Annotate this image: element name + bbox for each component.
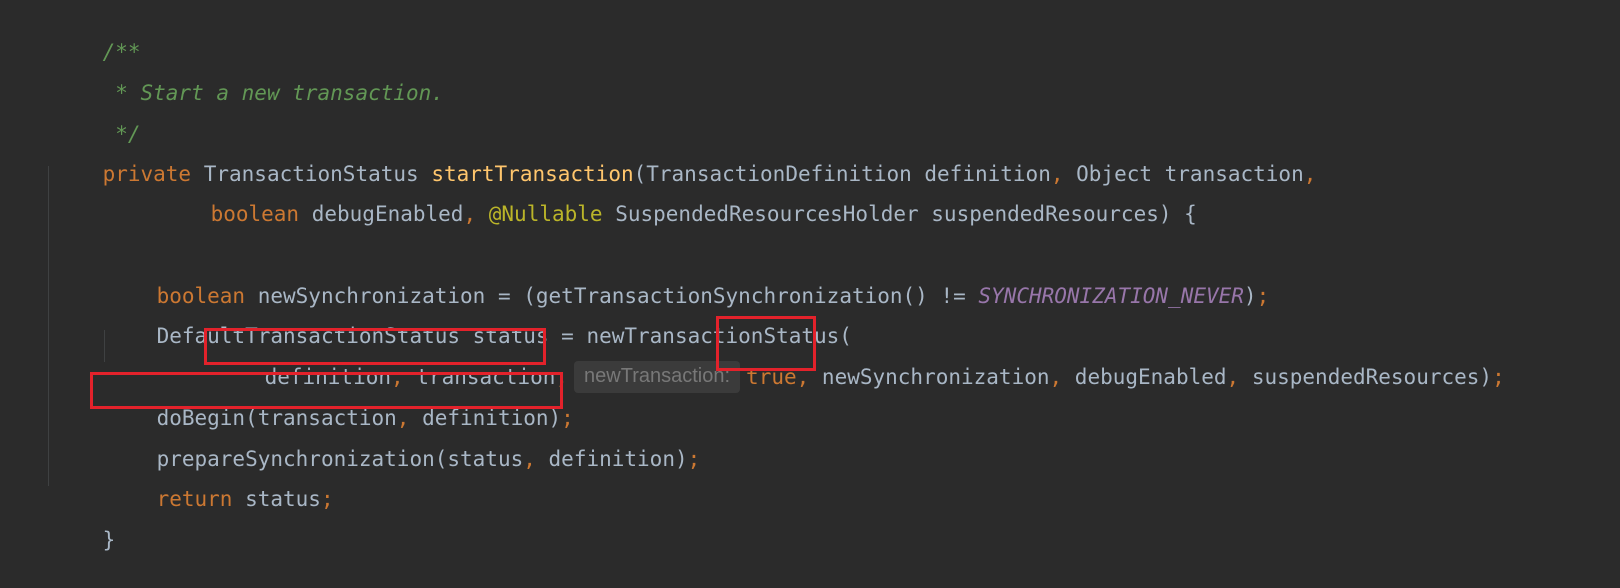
annotation-nullable: @Nullable <box>476 202 603 226</box>
code-editor[interactable]: /** * Start a new transaction. */ privat… <box>0 0 1620 552</box>
keyword-true: true <box>746 365 797 389</box>
indent-guide <box>104 330 105 362</box>
comma: , <box>1303 162 1317 186</box>
code-line-11: prepareSynchronization(status, definitio… <box>106 411 701 471</box>
closing-brace: } <box>102 528 116 552</box>
semicolon: ; <box>687 447 701 471</box>
doc-comment-text: * Start a new transaction. <box>102 81 444 105</box>
code-line-9: definition, transaction, newTransaction: t… <box>214 329 1505 393</box>
arg-suspended-resources: suspendedResources) <box>1239 365 1493 389</box>
return-value: status <box>232 487 321 511</box>
code-line-8: DefaultTransactionStatus status = newTra… <box>106 288 852 348</box>
comma: , <box>1049 365 1063 389</box>
comma: , <box>523 447 536 471</box>
paren-close: ) <box>1243 284 1257 308</box>
code-line-1: /** <box>52 4 141 64</box>
code-line-4: private TransactionStatus startTransacti… <box>52 126 1317 186</box>
semicolon: ; <box>1256 284 1270 308</box>
code-line-13: } <box>52 492 116 552</box>
indent-guide <box>48 166 49 486</box>
parameter-name-hint: newTransaction: <box>574 361 741 393</box>
semicolon: ; <box>320 487 334 511</box>
constant-sync-never: SYNCHRONIZATION_NEVER <box>978 284 1244 308</box>
code-line-5: boolean debugEnabled, @Nullable Suspende… <box>160 166 1197 226</box>
code-line-3: */ <box>52 86 140 146</box>
code-line-12: return status; <box>106 451 334 511</box>
prepare-sync-args: definition) <box>535 447 688 471</box>
comma: , <box>796 365 810 389</box>
code-line-10: doBegin(transaction, definition); <box>106 370 574 430</box>
arg-debug-enabled: debugEnabled <box>1062 365 1227 389</box>
arg-new-synchronization: newSynchronization <box>809 365 1050 389</box>
keyword-boolean: boolean <box>210 202 300 226</box>
param-suspended-resources: SuspendedResourcesHolder suspendedResour… <box>602 202 1197 226</box>
code-line-7: boolean newSynchronization = (getTransac… <box>106 248 1270 308</box>
keyword-return: return <box>156 487 233 511</box>
code-line-2: * Start a new transaction. <box>52 45 444 105</box>
param-debug-enabled: debugEnabled <box>299 202 464 226</box>
comma: , <box>463 202 477 226</box>
semicolon: ; <box>1492 365 1505 389</box>
comma: , <box>1226 365 1240 389</box>
